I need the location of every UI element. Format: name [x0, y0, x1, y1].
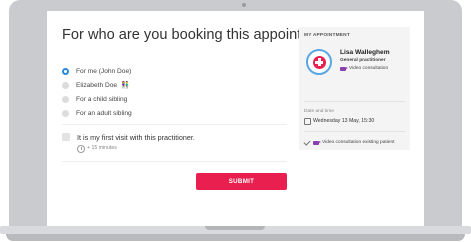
- date-value: Wednesday 13 May, 15:30: [313, 118, 375, 124]
- laptop-base-bottom: [6, 234, 465, 241]
- option-for-me[interactable]: For me (John Doe): [62, 65, 131, 77]
- screen: For who are you booking this appointment…: [47, 11, 424, 230]
- clock-icon: [77, 145, 85, 153]
- avatar: [306, 49, 332, 75]
- divider: [62, 161, 287, 162]
- radio-icon[interactable]: [62, 95, 69, 103]
- video-camera-icon: [340, 66, 348, 71]
- divider: [62, 124, 287, 125]
- panel-divider: [304, 101, 405, 102]
- date-label: Date and time: [304, 109, 334, 114]
- consultation-status: Video consultation existing patient: [322, 140, 395, 145]
- option-label: For me (John Doe): [76, 67, 132, 75]
- option-label: For a child sibling: [76, 95, 128, 103]
- option-label: For an adult sibling: [76, 109, 132, 117]
- laptop-base: [0, 226, 471, 242]
- calendar-icon: [304, 118, 311, 125]
- appointment-panel: MY APPOINTMENT Lisa Walleghem General pr…: [299, 27, 410, 150]
- radio-icon[interactable]: [62, 109, 69, 117]
- panel-title: MY APPOINTMENT: [304, 33, 350, 38]
- option-label: Elizabeth Doe: [76, 81, 118, 89]
- sibling-icon: 👫: [121, 82, 130, 89]
- panel-divider: [304, 131, 405, 132]
- extra-time-text: + 15 minutes: [87, 145, 117, 151]
- laptop-notch: [205, 226, 265, 230]
- check-icon: [303, 138, 311, 146]
- first-visit-label: It is my first visit with this practitio…: [77, 133, 195, 142]
- consultation-type: Video consultation: [349, 66, 389, 71]
- first-visit-checkbox[interactable]: [62, 133, 70, 141]
- video-camera-icon: [313, 140, 321, 145]
- practitioner-specialty: General practitioner: [340, 58, 386, 63]
- medical-cross-icon: [312, 55, 326, 69]
- option-child-sibling[interactable]: For a child sibling: [62, 93, 127, 105]
- option-adult-sibling[interactable]: For an adult sibling: [62, 107, 132, 119]
- practitioner-name: Lisa Walleghem: [340, 49, 390, 56]
- option-elizabeth[interactable]: Elizabeth Doe 👫: [62, 79, 129, 91]
- submit-button[interactable]: SUBMIT: [196, 173, 287, 190]
- radio-icon[interactable]: [62, 81, 69, 89]
- laptop-base-top: [0, 226, 471, 234]
- radio-selected-icon[interactable]: [62, 67, 69, 75]
- webcam-icon: [242, 3, 246, 7]
